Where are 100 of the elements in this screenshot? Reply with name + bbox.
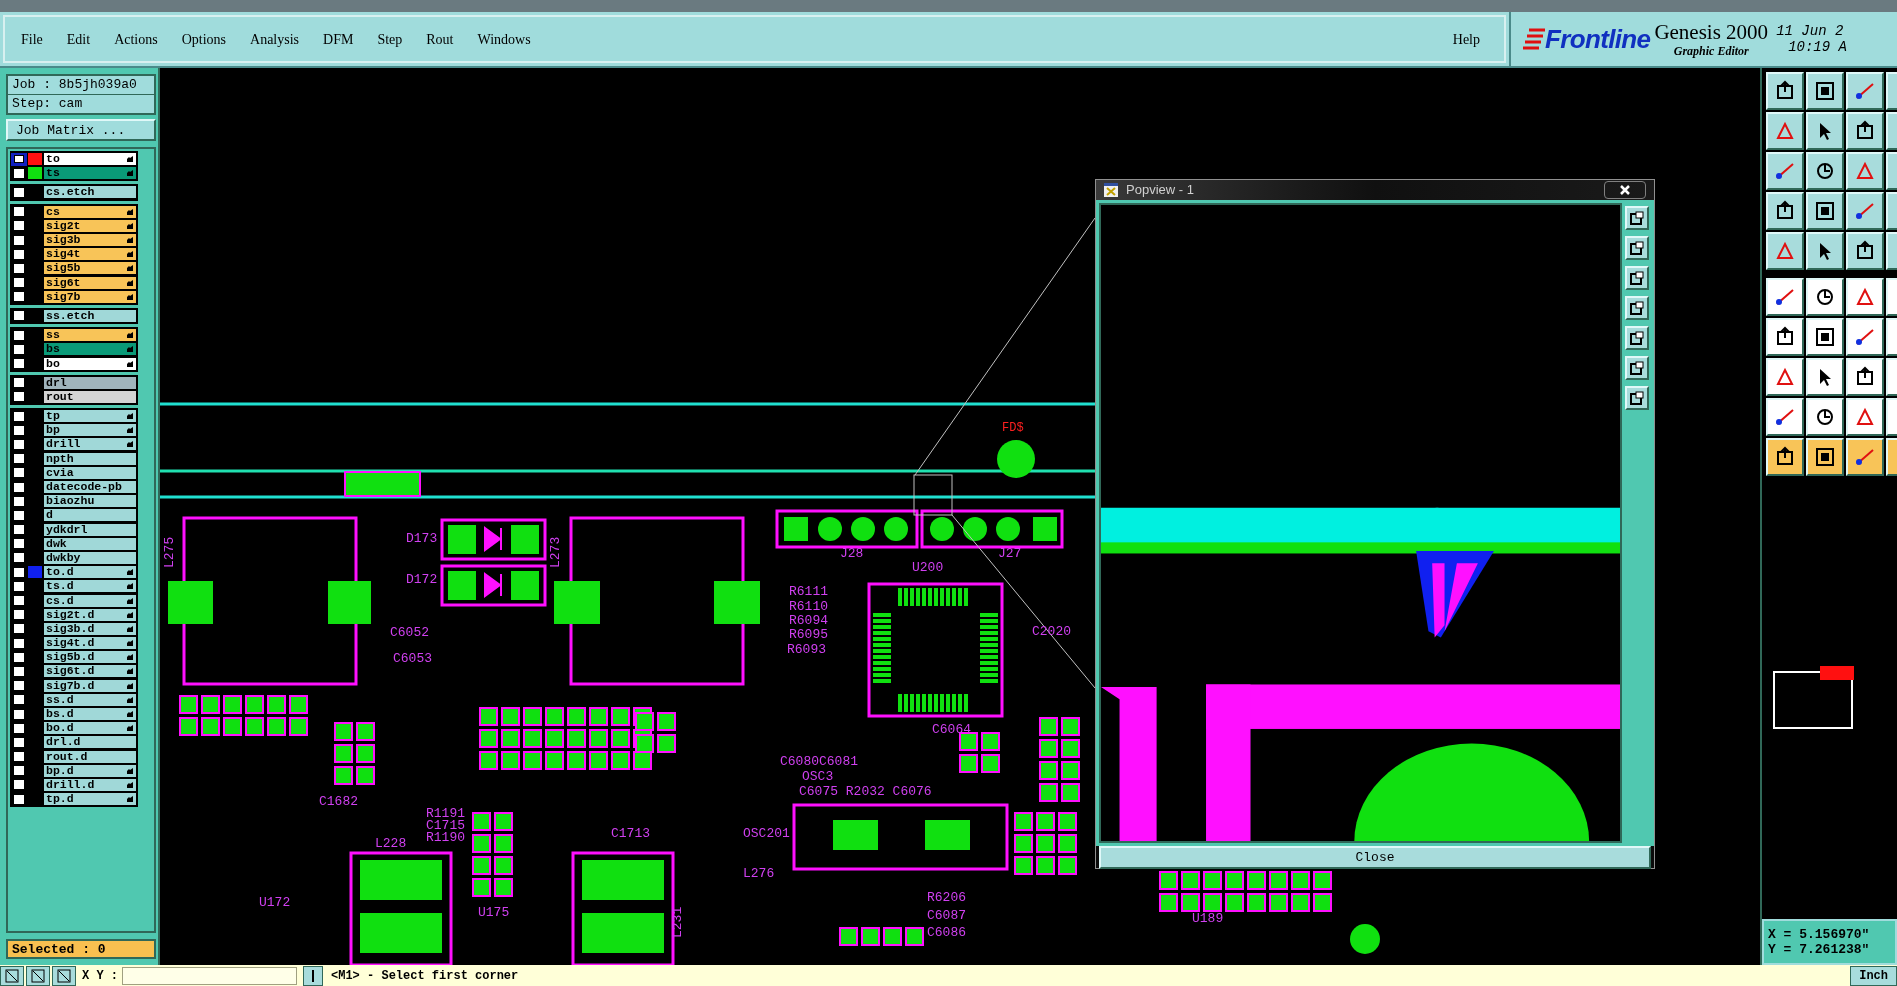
layer-row[interactable]: drl xyxy=(44,376,136,389)
toolbar-button[interactable] xyxy=(1846,398,1884,436)
layer-checkbox[interactable] xyxy=(13,438,25,450)
layer-row[interactable]: sig6t xyxy=(44,276,136,289)
menu-item[interactable]: Analysis xyxy=(246,28,304,50)
menu-item[interactable]: Step xyxy=(373,28,407,50)
layer-checkbox[interactable] xyxy=(13,580,25,592)
layer-row[interactable]: to xyxy=(44,153,136,166)
layer-checkbox[interactable] xyxy=(13,651,25,663)
layer-checkbox[interactable] xyxy=(13,509,25,521)
layer-checkbox[interactable] xyxy=(13,481,25,493)
layer-row[interactable]: sig3b.d xyxy=(44,622,136,635)
toolbar-button[interactable] xyxy=(1766,398,1804,436)
layer-row[interactable]: ts xyxy=(44,167,136,180)
layer-row[interactable]: sig6t.d xyxy=(44,665,136,678)
view-tool-button[interactable] xyxy=(1625,235,1649,260)
layer-checkbox[interactable] xyxy=(13,410,25,422)
layer-row[interactable]: rout xyxy=(44,390,136,403)
layer-checkbox[interactable] xyxy=(13,665,25,677)
units-button[interactable]: Inch xyxy=(1850,965,1897,986)
layer-checkbox[interactable] xyxy=(13,467,25,479)
layer-row[interactable]: sig4t.d xyxy=(44,637,136,650)
close-button[interactable] xyxy=(1604,180,1646,199)
layer-row[interactable]: bs xyxy=(44,343,136,356)
snap-tool-button[interactable] xyxy=(52,965,76,986)
toolbar-button[interactable] xyxy=(1806,72,1844,110)
layer-row[interactable]: dwkby xyxy=(44,551,136,564)
view-tool-button[interactable] xyxy=(1625,325,1649,350)
popview-close-button[interactable]: Close xyxy=(1099,845,1651,870)
layer-row[interactable]: cvia xyxy=(44,466,136,479)
toolbar-button[interactable] xyxy=(1846,358,1884,396)
layer-checkbox[interactable] xyxy=(13,262,25,274)
layer-row[interactable]: npth xyxy=(44,452,136,465)
layer-row[interactable]: cs.d xyxy=(44,594,136,607)
layer-checkbox[interactable] xyxy=(13,391,25,403)
layer-checkbox[interactable] xyxy=(13,234,25,246)
layer-checkbox[interactable] xyxy=(13,206,25,218)
layer-row[interactable]: bo xyxy=(44,357,136,370)
layer-checkbox[interactable] xyxy=(13,277,25,289)
layer-checkbox[interactable] xyxy=(13,538,25,550)
layer-checkbox[interactable] xyxy=(13,291,25,303)
input-toggle-button[interactable] xyxy=(303,965,323,986)
toolbar-button[interactable] xyxy=(1806,358,1844,396)
layer-checkbox[interactable] xyxy=(13,751,25,763)
layer-row[interactable]: tp xyxy=(44,410,136,423)
layer-checkbox[interactable] xyxy=(13,708,25,720)
view-tool-button[interactable] xyxy=(1625,355,1649,380)
layer-checkbox[interactable] xyxy=(13,453,25,465)
layer-row[interactable]: tp.d xyxy=(44,793,136,806)
layer-row[interactable]: sig4t xyxy=(44,248,136,261)
layer-row[interactable]: dwk xyxy=(44,537,136,550)
toolbar-button[interactable] xyxy=(1806,152,1844,190)
menu-item[interactable]: Actions xyxy=(110,28,162,50)
toolbar-button[interactable] xyxy=(1766,358,1804,396)
layer-row[interactable]: ydkdrl xyxy=(44,523,136,536)
layer-checkbox[interactable] xyxy=(13,220,25,232)
menu-item[interactable]: Edit xyxy=(62,28,95,50)
layer-checkbox[interactable] xyxy=(13,623,25,635)
layer-row[interactable]: d xyxy=(44,509,136,522)
toolbar-button[interactable] xyxy=(1846,112,1884,150)
layer-row[interactable]: sig2t.d xyxy=(44,608,136,621)
layer-checkbox[interactable] xyxy=(13,358,25,370)
layer-row[interactable]: biaozhu xyxy=(44,495,136,508)
layer-checkbox[interactable] xyxy=(13,566,25,578)
layer-row[interactable]: ss.d xyxy=(44,693,136,706)
layer-checkbox[interactable] xyxy=(13,637,25,649)
menu-item[interactable]: Options xyxy=(177,28,231,50)
layer-row[interactable]: sig5b.d xyxy=(44,651,136,664)
toolbar-button[interactable] xyxy=(1766,72,1804,110)
layer-checkbox[interactable] xyxy=(13,722,25,734)
layer-row[interactable]: ts.d xyxy=(44,580,136,593)
menu-item[interactable]: DFM xyxy=(319,28,358,50)
toolbar-button[interactable] xyxy=(1846,232,1884,270)
toolbar-button[interactable] xyxy=(1766,318,1804,356)
toolbar-button[interactable] xyxy=(1806,112,1844,150)
layer-checkbox[interactable] xyxy=(13,779,25,791)
toolbar-button[interactable] xyxy=(1766,438,1804,476)
layer-checkbox[interactable] xyxy=(13,595,25,607)
layer-row[interactable]: drl.d xyxy=(44,736,136,749)
layer-row[interactable]: sig3b xyxy=(44,234,136,247)
layer-row[interactable]: cs.etch xyxy=(44,186,136,199)
layer-checkbox[interactable] xyxy=(13,609,25,621)
layer-checkbox[interactable] xyxy=(13,793,25,805)
layer-row[interactable]: cs xyxy=(44,205,136,218)
view-tool-button[interactable] xyxy=(1625,205,1649,230)
toolbar-button[interactable] xyxy=(1806,278,1844,316)
layer-checkbox[interactable] xyxy=(13,552,25,564)
toolbar-button[interactable] xyxy=(1806,438,1844,476)
layer-checkbox[interactable] xyxy=(13,167,25,179)
layer-row[interactable]: drill xyxy=(44,438,136,451)
toolbar-button[interactable] xyxy=(1846,278,1884,316)
layer-row[interactable]: sig7b xyxy=(44,290,136,303)
menu-item[interactable]: Rout xyxy=(422,28,458,50)
view-tool-button[interactable] xyxy=(1625,295,1649,320)
layer-checkbox[interactable] xyxy=(13,524,25,536)
toolbar-button[interactable] xyxy=(1806,232,1844,270)
layer-checkbox[interactable] xyxy=(13,186,25,198)
layer-row[interactable]: ss.etch xyxy=(44,309,136,322)
toolbar-button[interactable] xyxy=(1806,318,1844,356)
layer-checkbox[interactable] xyxy=(13,736,25,748)
